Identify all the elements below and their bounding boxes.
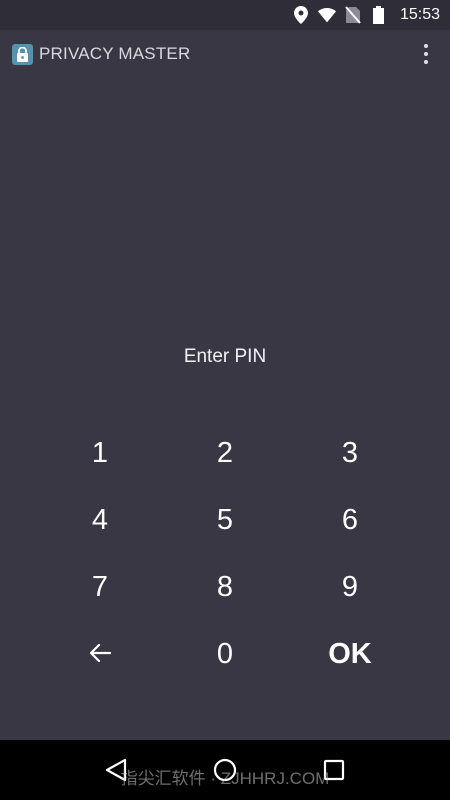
navigation-bar: [0, 740, 450, 800]
ok-button[interactable]: OK: [250, 621, 450, 688]
app-bar: PRIVACY MASTER: [0, 30, 450, 78]
arrow-left-icon: [89, 638, 112, 671]
home-circle-icon[interactable]: [208, 753, 242, 787]
pin-keypad: 1 2 3 4 5 6 7 8 9 0 OK: [0, 420, 450, 690]
key-9[interactable]: 9: [250, 554, 450, 621]
status-time: 15:53: [399, 6, 440, 23]
status-bar: 15:53: [0, 0, 450, 30]
key-2[interactable]: 2: [200, 420, 250, 487]
more-vertical-icon[interactable]: [410, 34, 442, 74]
key-3[interactable]: 3: [250, 420, 450, 487]
key-7[interactable]: 7: [0, 554, 200, 621]
recents-square-icon[interactable]: [317, 753, 351, 787]
key-6[interactable]: 6: [250, 487, 450, 554]
backspace-button[interactable]: [0, 621, 200, 688]
key-0[interactable]: 0: [200, 621, 250, 688]
wifi-icon: [317, 6, 336, 24]
pin-prompt: Enter PIN: [183, 346, 267, 367]
battery-icon: [370, 6, 388, 24]
location-icon: [292, 6, 310, 24]
key-5[interactable]: 5: [200, 487, 250, 554]
key-4[interactable]: 4: [0, 487, 200, 554]
key-8[interactable]: 8: [200, 554, 250, 621]
app-title: PRIVACY MASTER: [39, 44, 191, 63]
pin-lock-screen: 15:53 PRIVACY MASTER Enter PIN 1 2 3 4 5…: [0, 0, 450, 800]
lock-icon: [12, 43, 33, 65]
back-triangle-icon[interactable]: [99, 753, 133, 787]
key-1[interactable]: 1: [0, 420, 200, 487]
no-sim-icon: [344, 6, 362, 24]
